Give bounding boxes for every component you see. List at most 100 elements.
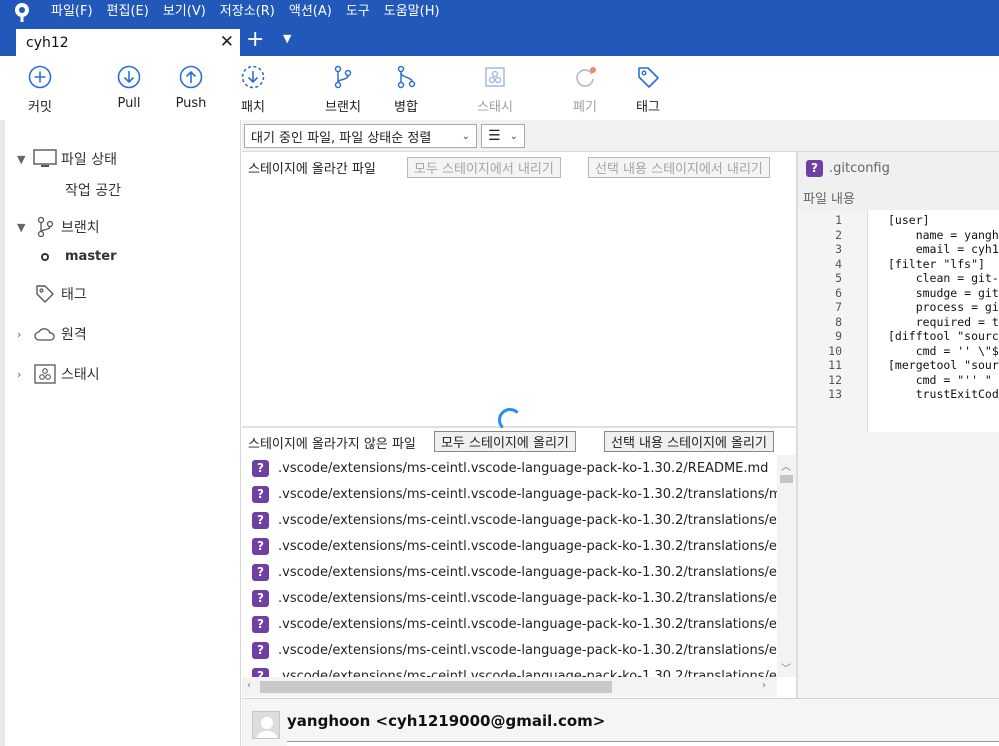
- chevron-down-icon[interactable]: ▼: [17, 153, 33, 166]
- chevron-right-icon[interactable]: ›: [17, 368, 33, 381]
- sidebar-item-file-status[interactable]: ▼ 파일 상태: [17, 148, 117, 170]
- new-tab-plus-icon[interactable]: +: [246, 28, 264, 52]
- sort-dropdown-value: 대기 중인 파일, 파일 상태순 정렬: [251, 130, 432, 146]
- patch-dashed-circle-icon: [241, 65, 265, 89]
- sidebar-item-master[interactable]: master: [41, 249, 117, 264]
- unknown-file-icon: ?: [252, 511, 269, 529]
- list-item[interactable]: ? .vscode/extensions/ms-ceintl.vscode-lan…: [242, 455, 777, 481]
- branch-label: 브랜치: [325, 100, 361, 115]
- close-icon[interactable]: ✕: [220, 32, 234, 52]
- tab-label: cyh12: [26, 34, 69, 51]
- scrollbar-thumb[interactable]: [780, 475, 793, 483]
- chevron-up-icon[interactable]: ︿: [781, 458, 791, 473]
- sidebar-item-label: 브랜치: [61, 220, 100, 236]
- list-item[interactable]: ? .vscode/extensions/ms-ceintl.vscode-lan…: [242, 559, 777, 585]
- monitor-icon: [33, 148, 57, 170]
- sidebar-item-stashes[interactable]: › 스태시: [17, 363, 100, 385]
- branch-icon: [334, 65, 352, 89]
- sidebar-item-label: 스태시: [61, 367, 100, 383]
- menu-repository[interactable]: 저장소(R): [213, 0, 282, 24]
- diff-code-view[interactable]: 1 [user] 2 name = yangho 3 email = cyh12 …: [798, 210, 999, 432]
- staged-file-list[interactable]: [242, 182, 796, 426]
- unknown-file-icon: ?: [252, 537, 269, 555]
- sidebar-item-branches[interactable]: ▼ 브랜치: [17, 216, 100, 238]
- scrollbar-thumb[interactable]: [260, 681, 612, 693]
- menu-tools[interactable]: 도구: [339, 0, 377, 24]
- file-path: .vscode/extensions/ms-ceintl.vscode-lang…: [278, 668, 777, 678]
- list-item[interactable]: ? .vscode/extensions/ms-ceintl.vscode-lan…: [242, 663, 777, 677]
- unknown-file-icon: ?: [252, 589, 269, 607]
- unknown-file-icon: ?: [252, 485, 269, 503]
- file-path: .vscode/extensions/ms-ceintl.vscode-lang…: [278, 486, 777, 502]
- code-line: 13 trustExitCode: [828, 387, 999, 401]
- diff-subtitle: 파일 내용: [798, 184, 999, 210]
- discard-button[interactable]: 폐기: [555, 64, 615, 115]
- staged-title: 스테이지에 올라간 파일: [248, 161, 376, 177]
- commit-button[interactable]: 커밋: [10, 64, 70, 115]
- list-item[interactable]: ? .vscode/extensions/ms-ceintl.vscode-lan…: [242, 533, 777, 559]
- menu-view[interactable]: 보기(V): [156, 0, 213, 24]
- code-line: 8 required = tr: [835, 314, 999, 329]
- file-list-horizontal-scrollbar[interactable]: ‹ ›: [242, 677, 777, 697]
- list-item[interactable]: ? .vscode/extensions/ms-ceintl.vscode-lan…: [242, 585, 777, 611]
- push-button[interactable]: Push: [161, 64, 221, 111]
- sidebar-item-workspace[interactable]: 작업 공간: [65, 180, 121, 200]
- menu-help[interactable]: 도움말(H): [377, 0, 447, 24]
- stage-all-button[interactable]: 모두 스테이지에 올리기: [434, 431, 576, 452]
- menu-file[interactable]: 파일(F): [44, 0, 100, 24]
- code-line: 7 process = git: [835, 300, 999, 314]
- chevron-right-icon[interactable]: ›: [762, 680, 766, 691]
- pull-label: Pull: [117, 96, 141, 111]
- file-list-vertical-scrollbar[interactable]: ︿ ﹀: [777, 455, 796, 677]
- unstaged-title: 스테이지에 올라가지 않은 파일: [248, 436, 416, 452]
- list-item[interactable]: ? .vscode/extensions/ms-ceintl.vscode-lan…: [242, 637, 777, 663]
- code-line: 4 [filter "lfs"]: [835, 256, 985, 271]
- list-item[interactable]: ? .vscode/extensions/ms-ceintl.vscode-lan…: [242, 507, 777, 533]
- unknown-file-icon: ?: [252, 563, 269, 581]
- unstage-selected-button[interactable]: 선택 내용 스테이지에서 내리기: [588, 157, 770, 178]
- avatar: [252, 711, 280, 739]
- toolbar: 커밋 Pull Push 패치 브랜치 병합 스태시 폐기 태그: [0, 56, 999, 120]
- chevron-left-icon[interactable]: ‹: [247, 680, 251, 691]
- code-line: 2 name = yangho: [835, 227, 999, 242]
- tag-button[interactable]: 태그: [618, 64, 678, 115]
- unknown-file-icon: ?: [252, 667, 269, 677]
- sidebar-item-label: 파일 상태: [61, 152, 117, 168]
- view-options-dropdown[interactable]: ☰ ⌄: [481, 124, 525, 148]
- stash-icon: [485, 67, 505, 87]
- patch-button[interactable]: 패치: [223, 64, 283, 115]
- pull-button[interactable]: Pull: [99, 64, 159, 111]
- patch-label: 패치: [241, 100, 265, 115]
- tab-repository[interactable]: cyh12 ✕: [16, 29, 240, 56]
- stash-button[interactable]: 스태시: [465, 64, 525, 115]
- sort-dropdown[interactable]: 대기 중인 파일, 파일 상태순 정렬 ⌄: [244, 124, 477, 148]
- sidebar: ▼ 파일 상태 작업 공간 ▼ 브랜치 master 태그 › 원격 › 스태시: [5, 120, 241, 746]
- branch-button[interactable]: 브랜치: [313, 64, 373, 115]
- discard-label: 폐기: [573, 100, 597, 115]
- merge-button[interactable]: 병합: [376, 64, 436, 115]
- code-line: 3 email = cyh12: [835, 242, 999, 256]
- diff-empty-area: [798, 432, 999, 700]
- chevron-down-icon[interactable]: ﹀: [781, 660, 791, 675]
- list-item[interactable]: ? .vscode/extensions/ms-ceintl.vscode-lan…: [242, 481, 777, 507]
- arrow-down-circle-icon: [117, 65, 141, 89]
- merge-icon: [397, 65, 416, 89]
- file-path: .vscode/extensions/ms-ceintl.vscode-lang…: [278, 460, 769, 476]
- chevron-down-icon[interactable]: ▼: [17, 221, 33, 234]
- code-line: 1 [user]: [835, 213, 930, 227]
- chevron-right-icon[interactable]: ›: [17, 328, 33, 341]
- list-item[interactable]: ? .vscode/extensions/ms-ceintl.vscode-lan…: [242, 611, 777, 637]
- tag-icon: [638, 67, 659, 88]
- unstage-all-button[interactable]: 모두 스테이지에서 내리기: [407, 157, 561, 178]
- unknown-file-icon: ?: [252, 641, 269, 659]
- sidebar-item-tags[interactable]: 태그: [33, 283, 87, 305]
- stage-selected-button[interactable]: 선택 내용 스테이지에 올리기: [604, 431, 774, 452]
- tab-list-chevron-down-icon[interactable]: ▼: [283, 32, 291, 45]
- unstaged-file-list[interactable]: ? .vscode/extensions/ms-ceintl.vscode-lan…: [242, 455, 777, 677]
- menu-actions[interactable]: 액션(A): [282, 0, 339, 24]
- code-line: 6 smudge = git: [835, 285, 999, 300]
- commit-message-input[interactable]: [287, 741, 999, 746]
- sidebar-item-remotes[interactable]: › 원격: [17, 323, 87, 345]
- arrow-up-circle-icon: [179, 65, 203, 89]
- menu-edit[interactable]: 편집(E): [100, 0, 156, 24]
